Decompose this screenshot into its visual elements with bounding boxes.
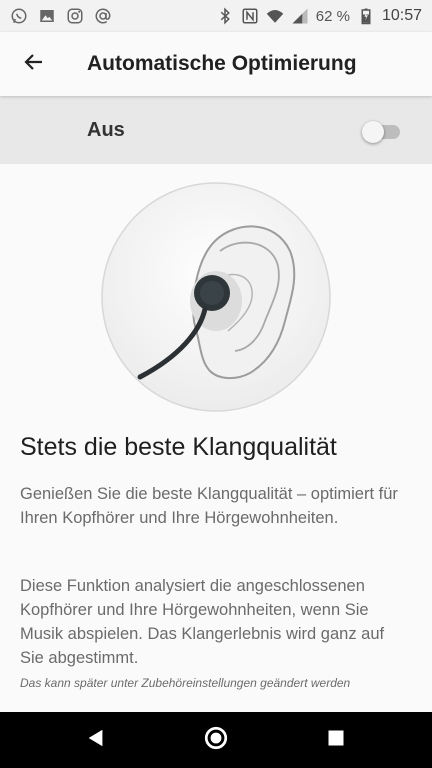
system-navigation-bar	[0, 712, 432, 768]
master-toggle-row[interactable]: Aus	[0, 96, 432, 164]
app-bar: Automatische Optimierung	[0, 32, 432, 96]
switch-thumb	[362, 121, 384, 143]
ear-headphone-illustration	[100, 181, 332, 413]
page-title: Automatische Optimierung	[87, 52, 357, 75]
toggle-label: Aus	[87, 118, 125, 141]
notification-icons	[10, 7, 112, 25]
nfc-icon	[241, 7, 259, 25]
battery-icon	[357, 7, 375, 25]
status-bar: 62 % 10:57	[0, 0, 432, 32]
whatsapp-icon	[10, 7, 28, 25]
instagram-icon	[66, 7, 84, 25]
bluetooth-icon	[216, 7, 234, 25]
nav-home-button[interactable]	[200, 724, 232, 756]
feature-description: Genießen Sie die beste Klangqualität – o…	[20, 485, 398, 527]
back-button[interactable]	[6, 36, 62, 92]
recents-square-icon	[326, 728, 346, 753]
back-triangle-icon	[85, 727, 107, 754]
battery-percentage: 62 %	[315, 7, 350, 25]
home-circle-icon	[203, 725, 229, 756]
system-icons: 62 % 10:57	[216, 7, 422, 25]
nav-recents-button[interactable]	[320, 724, 352, 756]
arrow-back-icon	[22, 50, 46, 79]
feature-explanation: Diese Funktion analysiert die angeschlos…	[20, 577, 385, 667]
optimization-switch[interactable]	[362, 120, 400, 143]
clock: 10:57	[381, 7, 422, 24]
cell-signal-icon	[291, 7, 309, 25]
at-sign-icon	[94, 7, 112, 25]
nav-back-button[interactable]	[80, 724, 112, 756]
wifi-icon	[266, 7, 284, 25]
settings-footnote: Das kann später unter Zubehöreinstellung…	[20, 676, 351, 690]
image-icon	[38, 7, 56, 25]
feature-headline: Stets die beste Klangqualität	[20, 433, 337, 461]
